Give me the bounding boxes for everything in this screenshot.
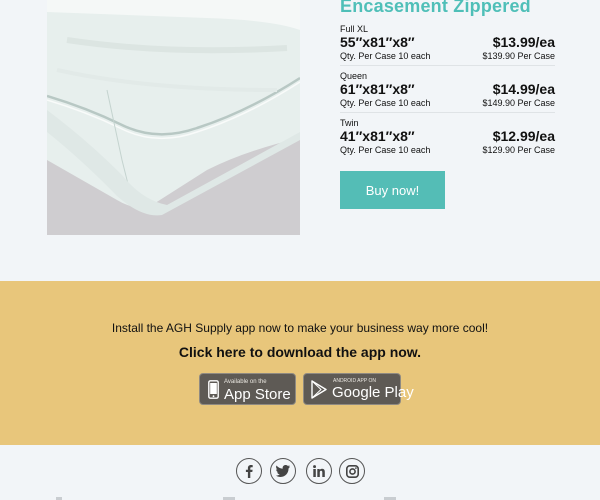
variant-price: $14.99/ea — [492, 81, 555, 97]
variant-size: Twin — [340, 118, 359, 128]
variant-queen: Queen 61″x81″x8″ Qty. Per Case 10 each $… — [340, 71, 555, 115]
banner-download-link[interactable]: Click here to download the app now. — [0, 344, 600, 360]
variant-dimensions: 41″x81″x8″ — [340, 128, 415, 144]
twitter-icon[interactable] — [270, 458, 296, 484]
variant-case-price: $149.90 Per Case — [482, 98, 555, 108]
variant-case-price: $129.90 Per Case — [482, 145, 555, 155]
social-links — [0, 445, 600, 500]
variant-dimensions: 55″x81″x8″ — [340, 34, 415, 50]
banner-install-text: Install the AGH Supply app now to make y… — [111, 321, 489, 335]
instagram-icon[interactable] — [339, 458, 365, 484]
variant-full-xl: Full XL 55″x81″x8″ Qty. Per Case 10 each… — [340, 24, 555, 68]
linkedin-icon[interactable] — [306, 458, 332, 484]
app-download-banner: Install the AGH Supply app now to make y… — [0, 281, 600, 445]
play-icon — [311, 380, 327, 404]
variant-size: Full XL — [340, 24, 369, 34]
product-title: Encasement Zippered — [340, 0, 531, 16]
divider — [340, 112, 555, 113]
variant-qty: Qty. Per Case 10 each — [340, 51, 431, 61]
google-play-big-text: Google Play — [332, 384, 414, 401]
divider — [340, 65, 555, 66]
variant-price: $12.99/ea — [492, 128, 555, 144]
product-section: Encasement Zippered Full XL 55″x81″x8″ Q… — [0, 0, 600, 282]
facebook-icon[interactable] — [236, 458, 262, 484]
variant-dimensions: 61″x81″x8″ — [340, 81, 415, 97]
variant-case-price: $139.90 Per Case — [482, 51, 555, 61]
variant-qty: Qty. Per Case 10 each — [340, 98, 431, 108]
app-store-badge[interactable]: Available on the App Store — [199, 373, 296, 405]
mattress-encasement-image — [47, 0, 300, 235]
phone-icon — [208, 380, 219, 404]
variant-price: $13.99/ea — [492, 34, 555, 50]
app-store-big-text: App Store — [224, 386, 291, 403]
variant-twin: Twin 41″x81″x8″ Qty. Per Case 10 each $1… — [340, 118, 555, 162]
variant-qty: Qty. Per Case 10 each — [340, 145, 431, 155]
variant-size: Queen — [340, 71, 368, 81]
google-play-badge[interactable]: ANDROID APP ON Google Play — [303, 373, 414, 405]
buy-now-button[interactable]: Buy now! — [340, 171, 445, 209]
app-store-small-text: Available on the — [224, 379, 267, 385]
